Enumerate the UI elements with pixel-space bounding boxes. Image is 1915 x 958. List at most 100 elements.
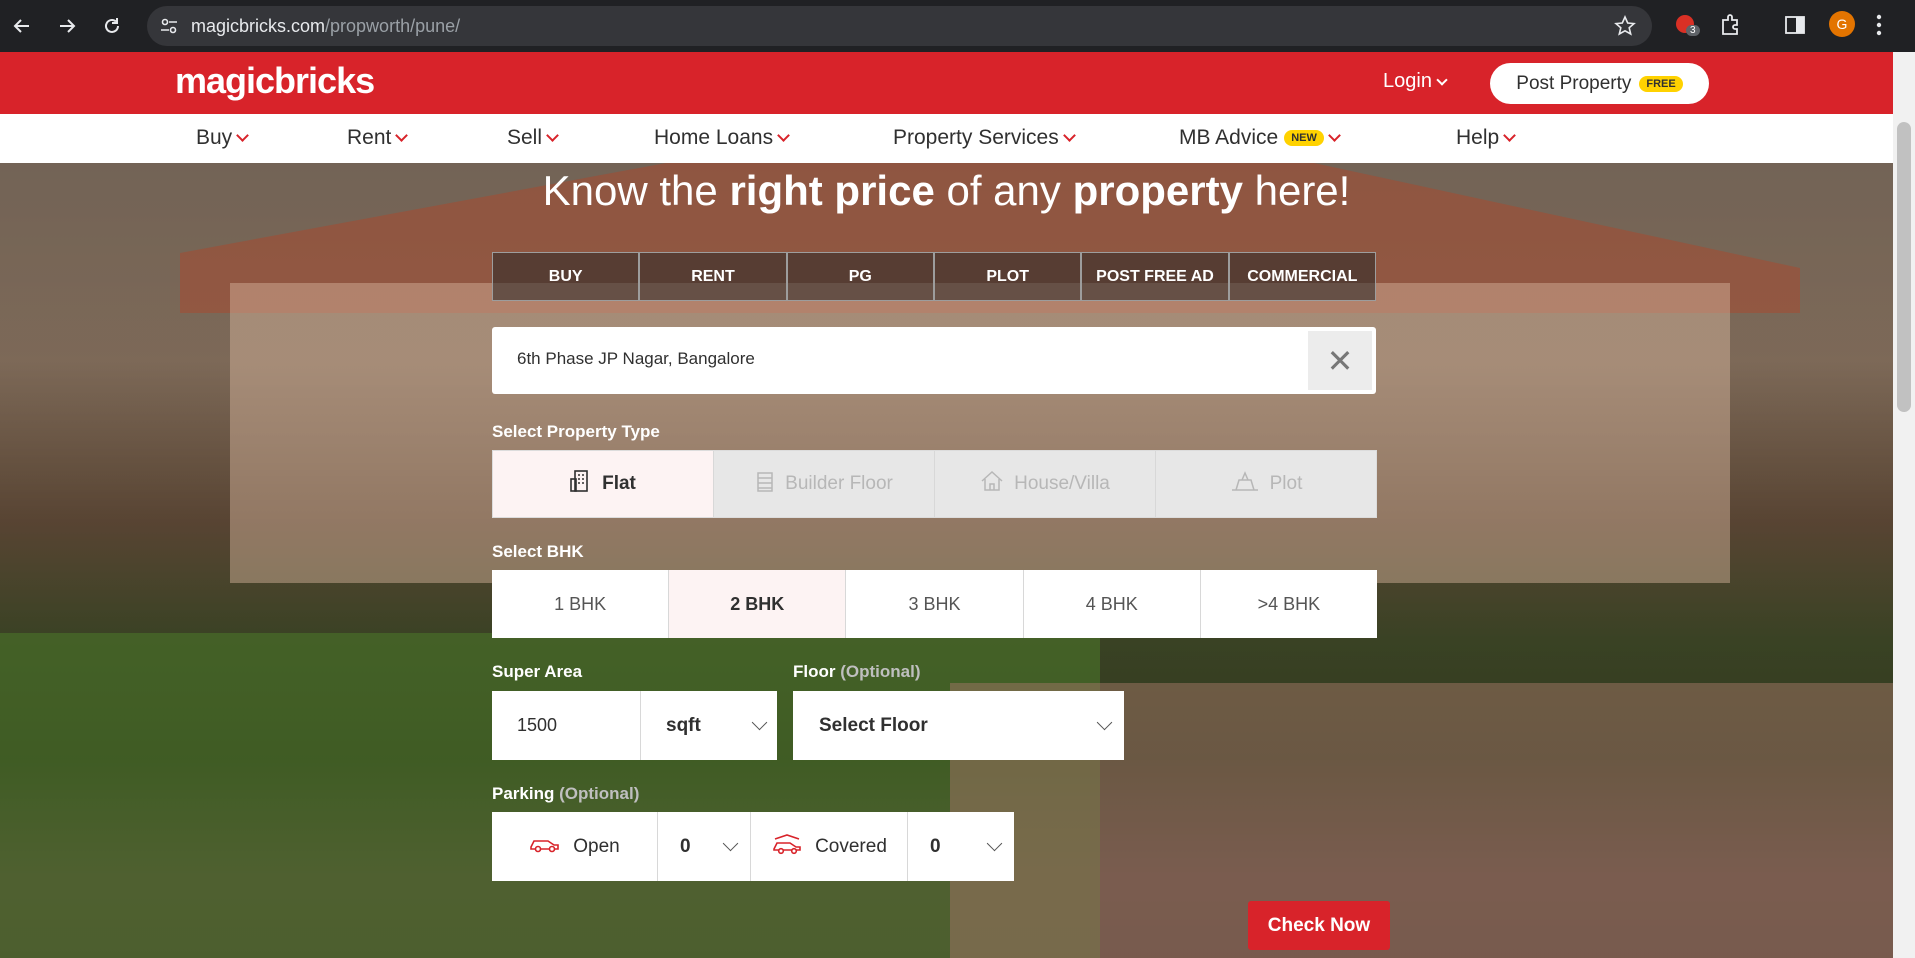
bhk-label: Select BHK	[492, 542, 584, 561]
property-type-builder-floor-label: Builder Floor	[785, 473, 893, 494]
reload-icon[interactable]	[98, 12, 126, 40]
site-header: magicbricks Login Post Property FREE	[0, 52, 1893, 114]
extension-icon-red[interactable]: 3	[1674, 13, 1700, 44]
super-area-label: Super Area	[492, 662, 583, 681]
site-info-icon[interactable]	[159, 16, 179, 41]
bhk-option-4[interactable]: 4 BHK	[1024, 570, 1201, 638]
extension-badge: 3	[1686, 25, 1700, 36]
bookmark-star-icon[interactable]	[1614, 15, 1636, 42]
tab-post-free-ad[interactable]: POST FREE AD	[1081, 252, 1229, 301]
main-nav: Buy Rent Sell Home Loans Property Servic…	[0, 114, 1893, 163]
nav-property-services-label: Property Services	[893, 126, 1059, 149]
property-type-flat[interactable]: Flat	[493, 451, 714, 517]
back-icon[interactable]	[8, 12, 36, 40]
nav-item-sell[interactable]: Sell	[507, 126, 559, 150]
post-property-button[interactable]: Post Property FREE	[1490, 63, 1709, 104]
nav-item-help[interactable]: Help	[1456, 126, 1517, 150]
locality-search-input[interactable]: 6th Phase JP Nagar, Bangalore	[517, 349, 755, 369]
chevron-down-icon	[1503, 129, 1517, 142]
address-bar[interactable]: magicbricks.com/propworth/pune/	[147, 6, 1652, 46]
bhk-selector: 1 BHK 2 BHK 3 BHK 4 BHK >4 BHK	[492, 570, 1377, 638]
floor-select[interactable]: Select Floor	[793, 691, 1124, 760]
nav-rent-label: Rent	[347, 126, 392, 149]
property-type-plot[interactable]: Plot	[1156, 451, 1376, 517]
chevron-down-icon	[1062, 129, 1076, 142]
building-icon	[570, 469, 592, 499]
nav-item-buy[interactable]: Buy	[196, 126, 250, 150]
covered-parking-text: Covered	[815, 835, 887, 857]
floor-optional-text: (Optional)	[840, 662, 921, 681]
url-text: magicbricks.com/propworth/pune/	[191, 16, 460, 37]
category-tabs: BUY RENT PG PLOT POST FREE AD COMMERCIAL	[492, 252, 1376, 301]
tab-plot[interactable]: PLOT	[933, 252, 1082, 301]
nav-mb-advice-label: MB Advice	[1179, 126, 1279, 149]
chevron-down-icon	[1436, 73, 1448, 86]
tab-commercial[interactable]: COMMERCIAL	[1228, 252, 1376, 301]
tab-rent[interactable]: RENT	[639, 252, 787, 301]
open-parking-select[interactable]: 0	[658, 812, 751, 881]
nav-sell-label: Sell	[507, 126, 543, 149]
bhk-option-3[interactable]: 3 BHK	[846, 570, 1024, 638]
login-dropdown[interactable]: Login	[1383, 70, 1448, 93]
covered-parking-select[interactable]: 0	[908, 812, 1014, 881]
bhk-option-more-than-4[interactable]: >4 BHK	[1201, 570, 1377, 638]
property-type-builder-floor[interactable]: Builder Floor	[714, 451, 935, 517]
chevron-down-icon	[395, 129, 409, 142]
free-badge: FREE	[1639, 75, 1683, 92]
check-now-button[interactable]: Check Now	[1248, 901, 1390, 950]
bhk-option-1[interactable]: 1 BHK	[492, 570, 670, 638]
chevron-down-icon	[986, 835, 1003, 852]
hero-title: Know the right price of any property her…	[0, 167, 1893, 215]
hero-section: Know the right price of any property her…	[0, 163, 1893, 958]
nav-item-home-loans[interactable]: Home Loans	[654, 126, 790, 150]
clear-search-button[interactable]: ✕	[1308, 331, 1372, 390]
hero-title-bold: property	[1072, 167, 1243, 214]
chevron-down-icon	[1328, 129, 1341, 142]
bhk-option-2[interactable]: 2 BHK	[669, 570, 847, 638]
locality-search[interactable]: 6th Phase JP Nagar, Bangalore ✕	[492, 327, 1376, 394]
nav-item-mb-advice[interactable]: MB Advice NEW	[1179, 126, 1341, 150]
magicbricks-logo[interactable]: magicbricks	[175, 60, 375, 102]
browser-toolbar: magicbricks.com/propworth/pune/ 3 G	[0, 0, 1915, 52]
covered-car-icon	[771, 833, 803, 861]
open-parking-value: 0	[680, 835, 691, 857]
parking-label: Parking (Optional)	[492, 784, 639, 804]
profile-avatar[interactable]: G	[1829, 11, 1855, 37]
tab-buy[interactable]: BUY	[492, 252, 640, 301]
house-icon	[980, 470, 1004, 498]
car-icon	[529, 835, 561, 859]
property-type-label: Select Property Type	[492, 422, 660, 441]
open-parking-text: Open	[573, 835, 620, 857]
property-type-house-villa[interactable]: House/Villa	[935, 451, 1156, 517]
url-host: magicbricks.com	[191, 16, 326, 36]
open-parking-label: Open	[492, 812, 658, 881]
nav-home-loans-label: Home Loans	[654, 126, 774, 149]
side-panel-icon[interactable]	[1783, 13, 1807, 42]
property-type-flat-label: Flat	[602, 473, 636, 494]
hero-title-part: here!	[1242, 167, 1351, 214]
floor-label: Floor (Optional)	[793, 662, 921, 682]
new-badge: NEW	[1284, 130, 1324, 146]
chevron-down-icon	[722, 835, 739, 852]
post-property-label: Post Property	[1516, 72, 1632, 94]
nav-item-property-services[interactable]: Property Services	[893, 126, 1076, 150]
chevron-down-icon	[1096, 714, 1113, 731]
forward-icon[interactable]	[53, 12, 81, 40]
super-area-field: sqft	[492, 691, 777, 760]
property-type-plot-label: Plot	[1269, 473, 1303, 494]
nav-item-rent[interactable]: Rent	[347, 126, 409, 150]
url-path: /propworth/pune/	[325, 16, 461, 36]
nav-buy-label: Buy	[196, 126, 233, 149]
browser-menu-icon[interactable]	[1874, 12, 1884, 43]
plot-icon	[1230, 470, 1260, 498]
chevron-down-icon	[777, 129, 790, 142]
hero-title-bold: right price	[729, 167, 935, 214]
tab-pg[interactable]: PG	[786, 252, 934, 301]
parking-optional-text: (Optional)	[559, 784, 640, 803]
area-unit-select[interactable]: sqft	[641, 691, 777, 760]
super-area-input[interactable]	[492, 691, 641, 760]
extensions-puzzle-icon[interactable]	[1718, 12, 1744, 43]
page-scrollbar-thumb[interactable]	[1897, 122, 1911, 412]
floor-select-value: Select Floor	[819, 714, 928, 736]
hero-title-part: of any	[934, 167, 1073, 214]
